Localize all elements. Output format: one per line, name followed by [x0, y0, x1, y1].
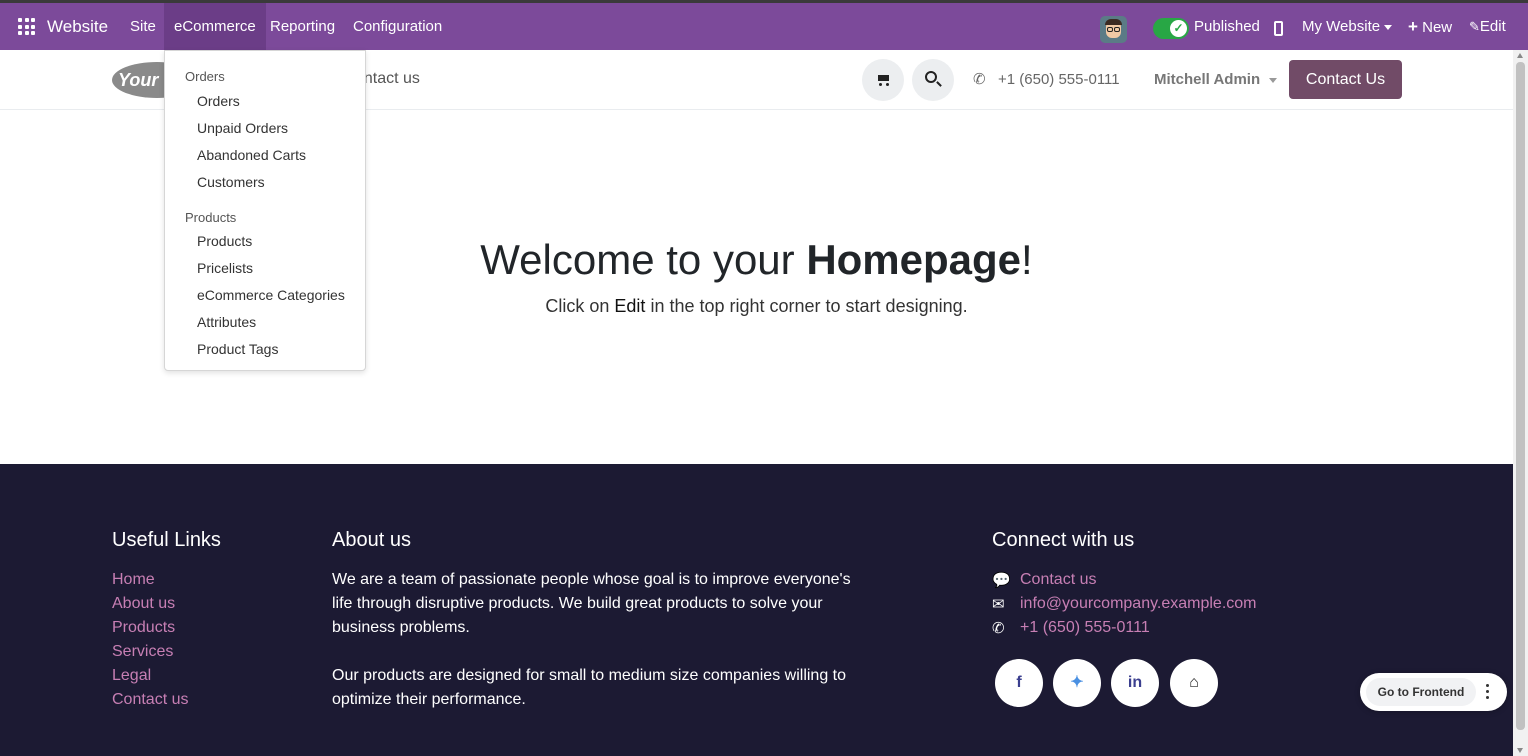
kebab-menu-icon[interactable]	[1486, 684, 1490, 700]
phone-icon: ✆	[973, 71, 986, 88]
contact-us-button[interactable]: Contact Us	[1289, 60, 1402, 99]
dropdown-item-ecommerce-categories[interactable]: eCommerce Categories	[197, 287, 345, 303]
dropdown-item-unpaid-orders[interactable]: Unpaid Orders	[197, 120, 288, 136]
user-name: Mitchell Admin	[1154, 71, 1261, 88]
cart-button[interactable]	[862, 59, 904, 101]
scroll-down-arrow-icon[interactable]	[1517, 748, 1523, 753]
cart-icon	[876, 73, 890, 86]
new-button[interactable]: + New	[1408, 3, 1452, 50]
footer-about-paragraph-1: We are a team of passionate people whose…	[332, 571, 851, 636]
website-selector-label: My Website	[1302, 18, 1381, 35]
dropdown-item-attributes[interactable]: Attributes	[197, 314, 256, 330]
dropdown-header-products: Products	[185, 210, 237, 225]
check-icon: ✓	[1170, 20, 1187, 37]
footer-contact-us-link[interactable]: Contact us	[1020, 571, 1096, 589]
home-icon[interactable]: ⌂	[1170, 659, 1218, 707]
menu-reporting[interactable]: Reporting	[260, 3, 345, 50]
dropdown-header-orders: Orders	[185, 69, 225, 84]
comment-icon: 💬	[992, 572, 1011, 589]
publish-toggle[interactable]: ✓	[1153, 18, 1189, 39]
footer-useful-links-title: Useful Links	[112, 529, 221, 551]
go-to-frontend-button[interactable]: Go to Frontend	[1366, 678, 1476, 706]
footer-email-link[interactable]: info@yourcompany.example.com	[1020, 595, 1257, 613]
linkedin-icon[interactable]: in	[1111, 659, 1159, 707]
footer-link-about-us[interactable]: About us	[112, 595, 175, 613]
scroll-up-arrow-icon[interactable]	[1517, 53, 1523, 58]
page-scrollbar[interactable]	[1513, 50, 1528, 756]
dropdown-item-products[interactable]: Products	[197, 233, 252, 249]
mobile-preview-icon[interactable]	[1274, 21, 1283, 36]
website-selector[interactable]: My Website	[1302, 3, 1393, 50]
edit-button-label: Edit	[1479, 18, 1506, 35]
new-button-label: New	[1422, 19, 1453, 36]
footer-about-title: About us	[332, 529, 411, 551]
footer: Useful Links Home About us Products Serv…	[0, 464, 1513, 756]
ecommerce-dropdown: Orders Orders Unpaid Orders Abandoned Ca…	[164, 50, 366, 371]
twitter-icon[interactable]: ✦	[1053, 659, 1101, 707]
search-icon	[925, 71, 937, 83]
frontend-widget: Go to Frontend	[1360, 673, 1507, 711]
menu-ecommerce[interactable]: eCommerce	[164, 3, 266, 50]
user-menu[interactable]: Mitchell Admin	[1154, 71, 1278, 88]
plus-icon: +	[1408, 17, 1418, 36]
menu-configuration[interactable]: Configuration	[343, 3, 452, 50]
footer-link-home[interactable]: Home	[112, 571, 155, 589]
caret-down-icon	[1269, 77, 1278, 83]
dropdown-item-product-tags[interactable]: Product Tags	[197, 341, 278, 357]
header-phone[interactable]: +1 (650) 555-0111	[998, 71, 1120, 88]
footer-phone-link[interactable]: +1 (650) 555-0111	[1020, 619, 1150, 637]
footer-about-paragraph-2: Our products are designed for small to m…	[332, 667, 847, 708]
dropdown-item-orders[interactable]: Orders	[197, 93, 240, 109]
edit-button[interactable]: ✎Edit	[1469, 3, 1506, 50]
footer-connect-title: Connect with us	[992, 529, 1135, 551]
search-button[interactable]	[912, 59, 954, 101]
footer-link-contact-us[interactable]: Contact us	[112, 691, 188, 709]
footer-link-legal[interactable]: Legal	[112, 667, 151, 685]
admin-navbar: Website Site eCommerce Reporting Configu…	[0, 0, 1528, 50]
footer-link-products[interactable]: Products	[112, 619, 175, 637]
scrollbar-thumb[interactable]	[1516, 62, 1525, 730]
user-avatar[interactable]	[1100, 16, 1127, 43]
dropdown-item-customers[interactable]: Customers	[197, 174, 265, 190]
caret-down-icon	[1384, 24, 1393, 30]
envelope-icon: ✉	[992, 596, 1005, 613]
dropdown-item-abandoned-carts[interactable]: Abandoned Carts	[197, 147, 306, 163]
menu-site[interactable]: Site	[120, 3, 166, 50]
facebook-icon[interactable]: f	[995, 659, 1043, 707]
published-label[interactable]: Published	[1194, 3, 1260, 50]
pencil-icon: ✎	[1469, 19, 1480, 34]
apps-menu-icon[interactable]	[18, 18, 35, 35]
phone-icon: ✆	[992, 620, 1005, 637]
app-title[interactable]: Website	[47, 3, 108, 50]
dropdown-item-pricelists[interactable]: Pricelists	[197, 260, 253, 276]
footer-link-services[interactable]: Services	[112, 643, 173, 661]
